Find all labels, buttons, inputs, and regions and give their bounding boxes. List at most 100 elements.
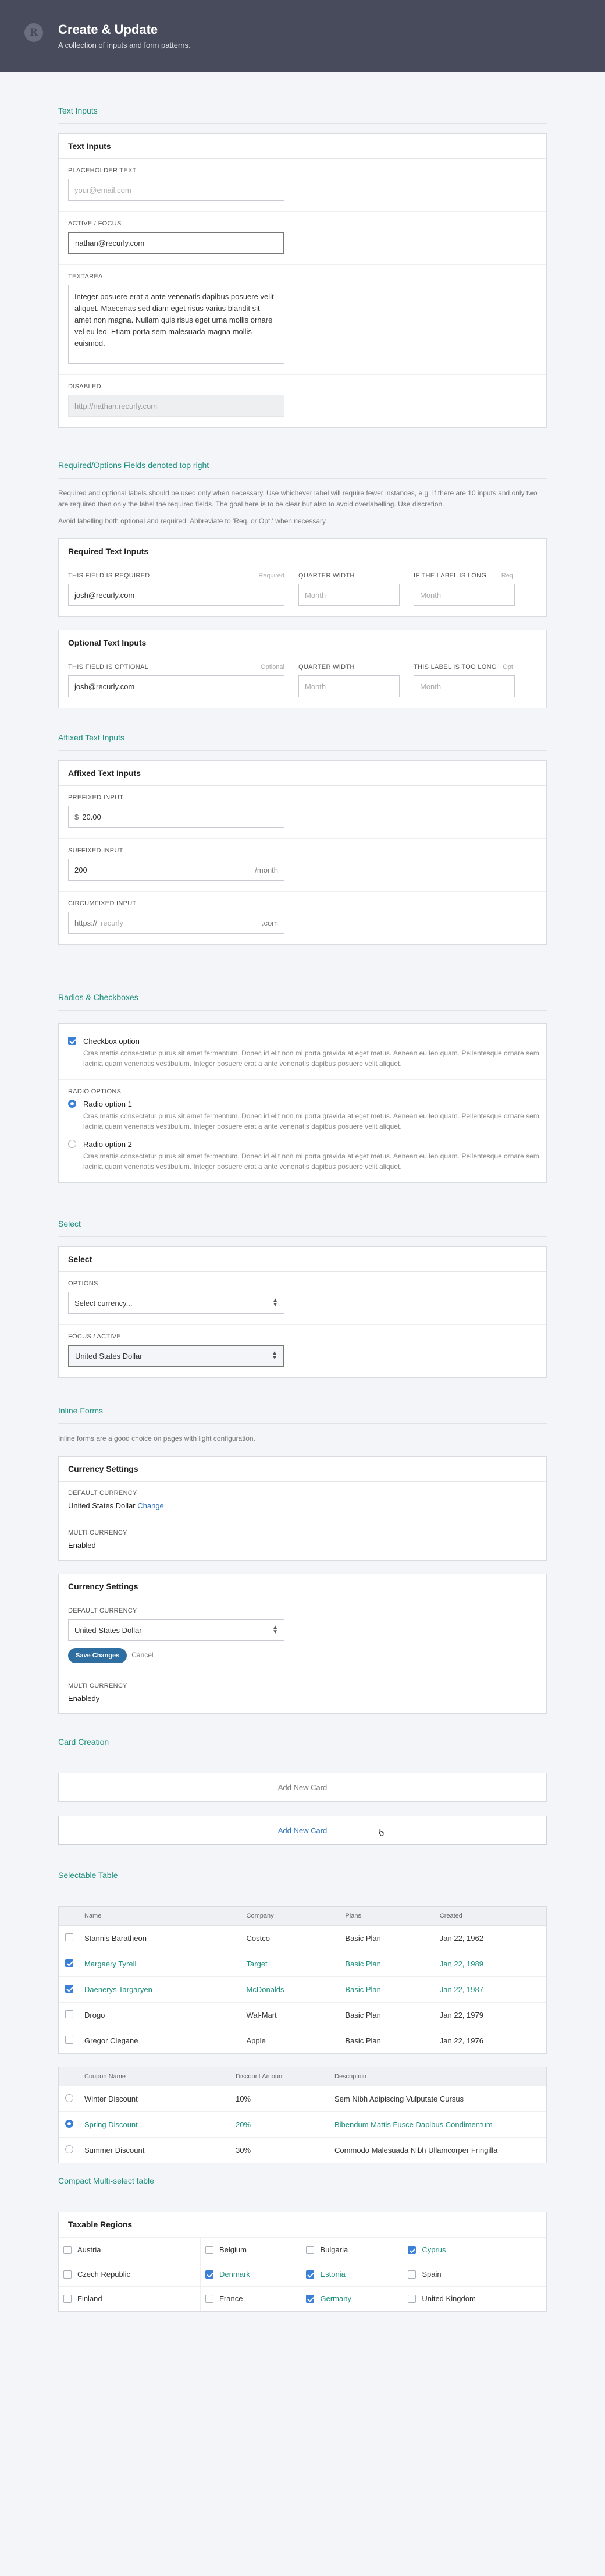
radio-option-2[interactable]: Radio option 2 Cras mattis consectetur p…	[68, 1140, 539, 1172]
table-cell: Bibendum Mattis Fusce Dapibus Condimentu…	[330, 2111, 546, 2137]
checkbox-unchecked-icon[interactable]	[408, 2294, 417, 2303]
region-cell[interactable]: United Kingdom	[403, 2286, 546, 2311]
section-title-select: Select	[58, 1219, 547, 1237]
change-link[interactable]: Change	[137, 1501, 164, 1510]
checkbox-unchecked-icon[interactable]	[65, 2035, 73, 2044]
checkbox-checked-icon[interactable]	[205, 2270, 213, 2279]
checkbox-unchecked-icon[interactable]	[65, 2010, 73, 2018]
checkbox-checked-icon[interactable]	[68, 1037, 76, 1045]
checkbox-unchecked-icon[interactable]	[65, 1933, 73, 1941]
page-title: Create & Update	[58, 22, 158, 37]
checkbox-unchecked-icon[interactable]	[63, 2270, 72, 2279]
checkbox-unchecked-icon[interactable]	[306, 2245, 315, 2254]
row-radio-cell[interactable]	[59, 2111, 80, 2137]
required-input[interactable]: josh@recurly.com	[68, 584, 284, 606]
region-cell[interactable]: Germany	[301, 2286, 403, 2311]
table-row[interactable]: Daenerys Targaryen McDonalds Basic Plan Jan…	[59, 1976, 546, 2002]
save-changes-button[interactable]: Save Changes	[68, 1648, 127, 1663]
checkbox-checked-icon[interactable]	[65, 1984, 73, 1993]
region-option[interactable]: Cyprus	[408, 2245, 542, 2254]
checkbox-unchecked-icon[interactable]	[205, 2245, 213, 2254]
region-option[interactable]: Belgium	[205, 2245, 297, 2254]
circumfixed-input[interactable]: https://recurly .com	[68, 912, 284, 934]
required-tag: Required	[258, 572, 284, 579]
row-checkbox-cell[interactable]	[59, 1950, 80, 1976]
region-option[interactable]: Germany	[306, 2294, 398, 2303]
currency-select[interactable]: United States Dollar ▲ ▼	[68, 1619, 284, 1641]
checkbox-checked-icon[interactable]	[65, 1958, 73, 1967]
checkbox-unchecked-icon[interactable]	[63, 2245, 72, 2254]
card-title: Currency Settings	[59, 1574, 546, 1599]
table-row[interactable]: Summer Discount 30% Commodo Malesuada Nibh…	[59, 2136, 546, 2163]
row-checkbox-cell[interactable]	[59, 1925, 80, 1951]
suffixed-input[interactable]: 200/month	[68, 859, 284, 881]
table-row[interactable]: Drogo Wal-Mart Basic Plan Jan 22, 1979	[59, 2001, 546, 2028]
radio-selected-icon[interactable]	[65, 2119, 73, 2128]
region-cell[interactable]: Czech Republic	[59, 2262, 201, 2287]
region-option[interactable]: Czech Republic	[63, 2270, 195, 2279]
region-cell[interactable]: Finland	[59, 2286, 201, 2311]
region-option[interactable]: Finland	[63, 2294, 195, 2303]
table-cell: Sem Nibh Adipiscing Vulputate Cursus	[330, 2085, 546, 2111]
region-option[interactable]: Denmark	[205, 2270, 297, 2279]
region-cell[interactable]: Denmark	[200, 2262, 301, 2287]
row-checkbox-cell[interactable]	[59, 2027, 80, 2053]
region-option[interactable]: United Kingdom	[408, 2294, 542, 2303]
radio-unselected-icon[interactable]	[68, 1140, 76, 1148]
input-placeholder: recurly	[101, 918, 124, 927]
row-radio-cell[interactable]	[59, 2136, 80, 2163]
cancel-link[interactable]: Cancel	[131, 1651, 153, 1659]
checkbox-checked-icon[interactable]	[306, 2294, 315, 2303]
region-cell[interactable]: Austria	[59, 2237, 201, 2262]
table-row[interactable]: Spring Discount 20% Bibendum Mattis Fusce …	[59, 2111, 546, 2137]
radio-selected-icon[interactable]	[68, 1100, 76, 1108]
checkbox-checked-icon[interactable]	[306, 2270, 315, 2279]
currency-select[interactable]: Select currency... ▲ ▼	[68, 1292, 284, 1314]
checkbox-unchecked-icon[interactable]	[408, 2270, 417, 2279]
checkbox-checked-icon[interactable]	[408, 2245, 417, 2254]
month-input[interactable]: Month	[414, 584, 515, 606]
month-input[interactable]: Month	[414, 675, 515, 697]
table-cell: Drogo	[80, 2001, 242, 2028]
region-option[interactable]: France	[205, 2294, 297, 2303]
region-cell[interactable]: France	[200, 2286, 301, 2311]
table-row[interactable]: Gregor Clegane Apple Basic Plan Jan 22, 197…	[59, 2027, 546, 2053]
placeholder-input[interactable]: your@email.com	[68, 179, 284, 201]
field-label: Placeholder Text	[68, 167, 137, 174]
recurly-logo-icon[interactable]: R	[24, 23, 43, 42]
table-row[interactable]: Margaery Tyrell Target Basic Plan Jan 22, 1…	[59, 1950, 546, 1976]
region-option[interactable]: Estonia	[306, 2270, 398, 2279]
textarea-input[interactable]: Integer posuere erat a ante venenatis da…	[68, 285, 284, 364]
select-card: Select Options Select currency... ▲ ▼ Focu…	[58, 1246, 547, 1378]
region-option[interactable]: Spain	[408, 2270, 542, 2279]
multi-currency-value: Enabledy	[68, 1694, 100, 1703]
active-input[interactable]: nathan@recurly.com	[68, 232, 284, 254]
checkbox-unchecked-icon[interactable]	[63, 2294, 72, 2303]
currency-select-active[interactable]: United States Dollar ▲ ▼	[68, 1345, 284, 1367]
month-input[interactable]: Month	[298, 675, 400, 697]
region-option[interactable]: Bulgaria	[306, 2245, 398, 2254]
region-cell[interactable]: Belgium	[200, 2237, 301, 2262]
month-input[interactable]: Month	[298, 584, 400, 606]
region-option[interactable]: Austria	[63, 2245, 195, 2254]
region-cell[interactable]: Spain	[403, 2262, 546, 2287]
region-cell[interactable]: Cyprus	[403, 2237, 546, 2262]
optional-input[interactable]: josh@recurly.com	[68, 675, 284, 697]
row-radio-cell[interactable]	[59, 2085, 80, 2111]
checkbox-unchecked-icon[interactable]	[205, 2294, 213, 2303]
table-row[interactable]: Stannis Baratheon Costco Basic Plan Jan 22,…	[59, 1925, 546, 1951]
add-new-card-button-hover[interactable]: Add New Card	[58, 1816, 547, 1845]
radio-option-1[interactable]: Radio option 1 Cras mattis consectetur p…	[68, 1100, 539, 1132]
prefixed-input[interactable]: $20.00	[68, 806, 284, 828]
add-new-card-button[interactable]: Add New Card	[58, 1773, 547, 1802]
region-cell[interactable]: Estonia	[301, 2262, 403, 2287]
row-checkbox-cell[interactable]	[59, 2001, 80, 2028]
radio-unselected-icon[interactable]	[65, 2145, 73, 2153]
table-row[interactable]: Winter Discount 10% Sem Nibh Adipiscing Vu…	[59, 2085, 546, 2111]
required-inputs-card: Required Text Inputs This field is requi…	[58, 538, 547, 617]
table-cell: 20%	[231, 2111, 330, 2137]
radio-unselected-icon[interactable]	[65, 2093, 73, 2102]
row-checkbox-cell[interactable]	[59, 1976, 80, 2002]
region-cell[interactable]: Bulgaria	[301, 2237, 403, 2262]
checkbox-option[interactable]: Checkbox option Cras mattis consectetur …	[68, 1037, 539, 1069]
